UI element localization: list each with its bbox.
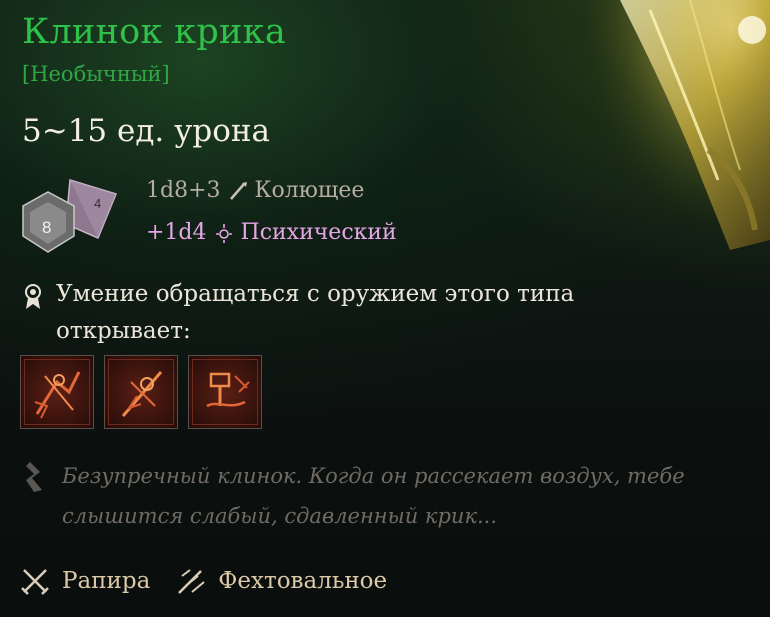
proficiency-icon	[25, 284, 41, 309]
weapon-action-2[interactable]	[104, 355, 178, 429]
damage-line-bonus: +1d4 Психический	[146, 220, 397, 245]
crossed-swords-icon	[21, 569, 49, 595]
lore-text: Безупречный клинок. Когда он рассекает в…	[62, 464, 685, 528]
proficiency-text: Умение обращаться с оружием этого типа о…	[56, 281, 575, 344]
weapon-art	[580, 0, 770, 260]
weapon-action-icon-3	[206, 372, 250, 408]
damage-dice-bonus: +1d4	[146, 220, 207, 245]
small-die-label: 4	[94, 196, 101, 211]
weapon-action-icon-1	[34, 371, 81, 419]
damage-type-bonus: Психический	[240, 220, 397, 245]
weapon-actions	[20, 355, 262, 429]
weapon-action-1[interactable]	[20, 355, 94, 429]
weapon-action-icon-2	[121, 371, 163, 417]
psychic-icon	[215, 223, 232, 243]
finesse-icon	[178, 569, 205, 594]
damage-range: 5~15 ед. урона	[22, 113, 271, 149]
item-rarity: [Необычный]	[22, 62, 170, 86]
weapon-type[interactable]: Рапира	[62, 568, 150, 594]
piercing-icon	[229, 181, 247, 200]
big-die-label: 8	[42, 218, 51, 237]
item-footer: Рапира Фехтовальное	[20, 566, 387, 596]
damage-dice-base: 1d8+3	[146, 178, 221, 203]
lore-text-block: Безупречный клинок. Когда он рассекает в…	[22, 456, 742, 536]
proficiency-note: Умение обращаться с оружием этого типа о…	[22, 276, 642, 350]
item-name: Клинок крика	[22, 12, 286, 52]
damage-type-base: Колющее	[254, 178, 365, 203]
d8-die-icon: 8	[22, 191, 75, 253]
damage-line-base: 1d8+3 Колющее	[146, 178, 364, 203]
dice-icon: 4 8	[22, 179, 118, 253]
quote-icon	[26, 462, 42, 492]
weapon-action-3[interactable]	[188, 355, 262, 429]
weapon-property[interactable]: Фехтовальное	[218, 568, 387, 594]
